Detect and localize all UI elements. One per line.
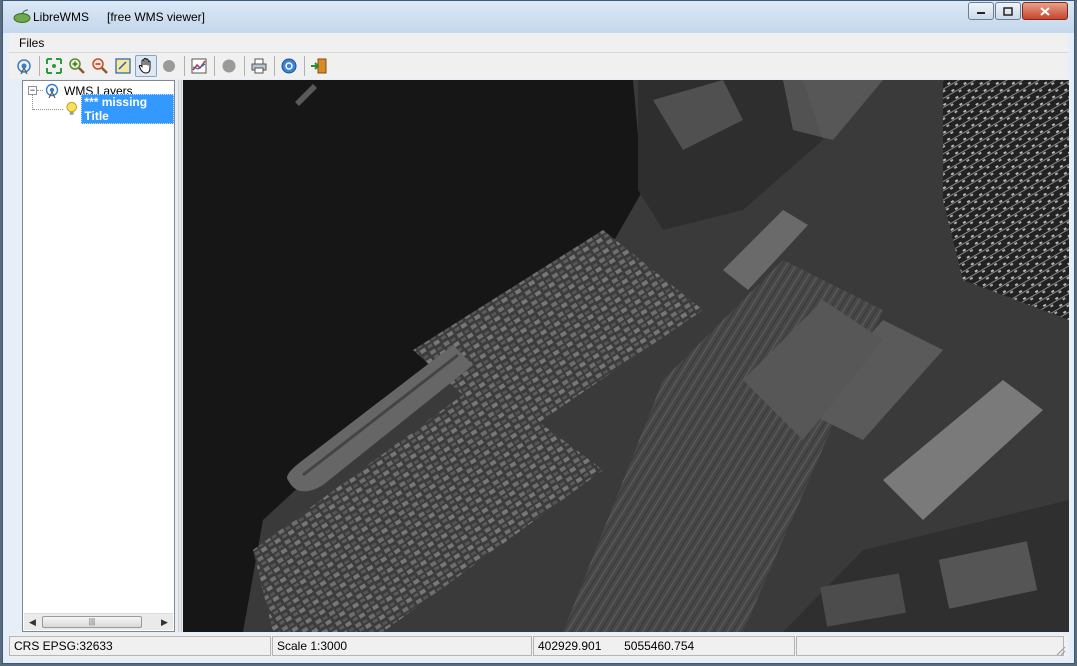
zoom-in-icon <box>69 58 85 74</box>
coord-y-text: 5055460.754 <box>624 639 695 653</box>
toolbar-separator <box>304 56 305 76</box>
window-subtitle: [free WMS viewer] <box>107 10 206 24</box>
tree-layer-label: *** missing Title <box>81 93 174 124</box>
toolbar-separator <box>214 56 215 76</box>
main-window: LibreWMS [free WMS viewer] Files − WMS L… <box>2 0 1075 664</box>
close-button[interactable] <box>1022 2 1068 20</box>
crs-text: CRS EPSG:32633 <box>14 639 113 653</box>
aerial-map-image <box>183 80 1069 632</box>
scroll-left-arrow-icon[interactable]: ◀ <box>29 617 36 628</box>
status-bar: CRS EPSG:32633 Scale 1:3000 402929.901 5… <box>9 634 1068 658</box>
zoom-window-icon <box>115 58 131 74</box>
tree-connector <box>32 95 33 110</box>
zoom-full-extent-icon <box>46 58 62 74</box>
print-button[interactable] <box>248 55 270 77</box>
close-icon <box>1040 6 1050 16</box>
tree-expander-collapse[interactable]: − <box>28 86 37 95</box>
layer-tree-panel[interactable]: − WMS Layers *** missing Title ◀ ||| ▶ <box>22 80 175 632</box>
lightbulb-icon <box>66 101 77 115</box>
pan-button[interactable] <box>135 55 157 77</box>
maximize-button[interactable] <box>995 2 1021 20</box>
zoom-out-icon <box>92 58 108 74</box>
menu-bar: Files <box>9 33 1068 53</box>
wms-globe-icon <box>45 83 59 98</box>
minimize-icon <box>977 12 985 14</box>
layer-properties-icon <box>191 58 207 74</box>
scrollbar-thumb[interactable]: ||| <box>42 616 142 628</box>
app-logo-icon <box>13 9 31 23</box>
layer-properties-button[interactable] <box>188 55 210 77</box>
zoom-full-extent-button[interactable] <box>43 55 65 77</box>
title-bar[interactable]: LibreWMS [free WMS viewer] <box>3 1 1074 33</box>
zoom-out-button[interactable] <box>89 55 111 77</box>
status-coordinates: 402929.901 5055460.754 <box>533 636 795 656</box>
connect-wms-button[interactable] <box>13 55 35 77</box>
toolbar-separator <box>244 56 245 76</box>
scroll-right-arrow-icon[interactable]: ▶ <box>161 617 168 628</box>
toolbar-separator <box>274 56 275 76</box>
record-icon <box>222 59 236 73</box>
tree-item-layer[interactable]: *** missing Title <box>65 93 174 124</box>
exit-icon <box>311 58 327 74</box>
zoom-in-button[interactable] <box>66 55 88 77</box>
scale-text: Scale 1:3000 <box>277 639 348 653</box>
maximize-icon <box>1003 6 1013 16</box>
stop-button[interactable] <box>158 55 180 77</box>
toolbar-separator <box>39 56 40 76</box>
menu-files[interactable]: Files <box>19 36 44 50</box>
status-empty <box>796 636 1064 656</box>
scrollbar-grip: ||| <box>88 617 96 626</box>
toolbar-separator <box>184 56 185 76</box>
status-scale: Scale 1:3000 <box>272 636 532 656</box>
stop-icon <box>163 60 175 72</box>
print-icon <box>251 58 267 74</box>
info-icon <box>281 58 297 74</box>
window-controls <box>967 2 1068 22</box>
record-button[interactable] <box>218 55 240 77</box>
window-title: LibreWMS <box>33 10 90 24</box>
minimize-button[interactable] <box>968 2 994 20</box>
panel-splitter[interactable] <box>178 80 182 632</box>
toolbar <box>9 53 1068 79</box>
map-canvas[interactable] <box>183 80 1069 632</box>
info-button[interactable] <box>278 55 300 77</box>
resize-grip-icon[interactable] <box>1054 644 1066 656</box>
zoom-window-button[interactable] <box>112 55 134 77</box>
status-crs: CRS EPSG:32633 <box>9 636 271 656</box>
coord-x-text: 402929.901 <box>538 639 602 653</box>
exit-button[interactable] <box>308 55 330 77</box>
tree-horizontal-scrollbar[interactable]: ◀ ||| ▶ <box>24 613 173 630</box>
pan-hand-icon <box>138 57 151 74</box>
tree-connector <box>33 109 63 110</box>
connect-wms-icon <box>17 59 31 75</box>
